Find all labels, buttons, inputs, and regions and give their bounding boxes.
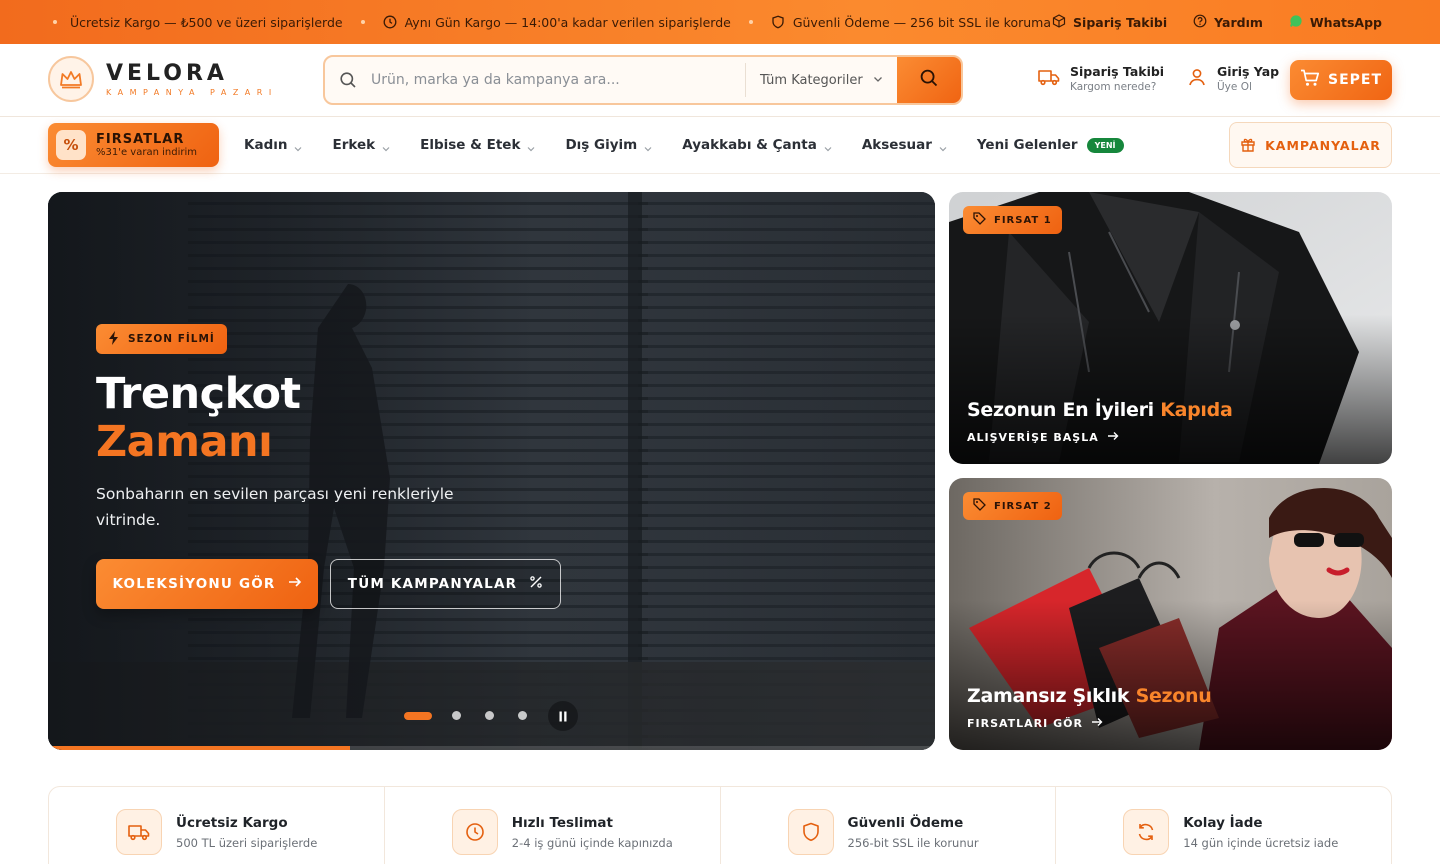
chevron-down-icon — [939, 141, 947, 152]
chevron-down-icon — [824, 141, 832, 152]
bullet-dot-icon — [48, 15, 62, 29]
arrow-right-icon — [1091, 717, 1103, 730]
shield-icon — [787, 809, 834, 855]
search-bar: Tüm Kategoriler — [323, 55, 963, 105]
chevron-down-icon — [527, 141, 535, 152]
nav-item-outerwear[interactable]: Dış Giyim — [565, 137, 652, 153]
nav-item-men[interactable]: Erkek — [332, 137, 390, 153]
clock-icon — [383, 15, 397, 29]
promo-tag: FIRSAT 1 — [963, 206, 1062, 234]
announcement-secure: Güvenli Ödeme — 256 bit SSL ile koruma — [771, 15, 1051, 30]
nav-item-shoes-bags[interactable]: Ayakkabı & Çanta — [682, 137, 832, 153]
chevron-down-icon — [382, 141, 390, 152]
order-tracking-header-link[interactable]: Sipariş Takibi Kargom nerede? — [1038, 64, 1164, 93]
arrow-right-icon — [1107, 431, 1119, 444]
chevron-down-icon — [873, 73, 883, 88]
whatsapp-link[interactable]: WhatsApp — [1289, 14, 1382, 31]
search-input[interactable] — [371, 72, 745, 88]
hero-title: Trençkot Zamanı — [96, 369, 301, 467]
cart-icon — [1300, 69, 1320, 91]
percent-icon: % — [56, 130, 86, 160]
help-circle-icon — [1193, 14, 1207, 31]
promo-tag: FIRSAT 2 — [963, 492, 1062, 520]
hero-tag: SEZON FİLMİ — [96, 324, 227, 354]
hero-description: Sonbaharın en sevilen parçası yeni renkl… — [96, 485, 454, 529]
lightning-icon — [108, 330, 120, 348]
promo-title: Sezonun En İyileri Kapıda — [967, 399, 1233, 421]
nav-item-women[interactable]: Kadın — [244, 137, 302, 153]
promo-title: Zamansız Şıklık Sezonu — [967, 685, 1212, 707]
chevron-down-icon — [644, 141, 652, 152]
pause-button[interactable] — [548, 701, 578, 731]
view-collection-button[interactable]: KOLEKSİYONU GÖR — [96, 559, 318, 609]
user-icon — [1187, 67, 1207, 91]
nav-item-dresses[interactable]: Elbise & Etek — [420, 137, 535, 153]
slider-dot-2[interactable] — [448, 711, 465, 720]
feature-free-shipping: Ücretsiz Kargo 500 TL üzeri siparişlerde — [49, 787, 385, 864]
brand-tagline: KAMPANYA PAZARI — [106, 88, 278, 97]
announcement-bar: Ücretsiz Kargo — ₺500 ve üzeri siparişle… — [0, 0, 1440, 44]
nav-item-new-arrivals[interactable]: Yeni Gelenler YENİ — [977, 137, 1124, 153]
nav-item-accessories[interactable]: Aksesuar — [862, 137, 947, 153]
package-icon — [1052, 13, 1066, 31]
refresh-icon — [1123, 809, 1170, 855]
hero-image — [48, 192, 935, 750]
main-navigation: % FIRSATLAR %31'e varan indirim Kadın Er… — [0, 117, 1440, 174]
percent-icon — [529, 575, 543, 593]
slide-progress-bar — [48, 746, 935, 750]
slider-dots — [404, 711, 531, 720]
feature-secure-payment: Güvenli Ödeme 256-bit SSL ile korunur — [721, 787, 1057, 864]
promo-cta[interactable]: FIRSATLARI GÖR — [967, 717, 1103, 730]
arrow-right-icon — [288, 576, 302, 592]
truck-icon — [1038, 68, 1060, 90]
tag-icon — [973, 212, 986, 228]
campaigns-button[interactable]: KAMPANYALAR — [1229, 122, 1392, 168]
new-badge: YENİ — [1086, 137, 1124, 153]
announcement-shipping: Ücretsiz Kargo — ₺500 ve üzeri siparişle… — [48, 15, 343, 30]
feature-strip: Ücretsiz Kargo 500 TL üzeri siparişlerde … — [48, 786, 1392, 864]
brand-name: VELORA — [106, 61, 228, 86]
search-icon — [325, 71, 371, 89]
help-link[interactable]: Yardım — [1193, 14, 1263, 31]
deals-button[interactable]: % FIRSATLAR %31'e varan indirim — [48, 123, 219, 167]
pause-icon — [558, 707, 568, 726]
shield-icon — [771, 15, 785, 29]
feature-fast-delivery: Hızlı Teslimat 2-4 iş günü içinde kapınız… — [385, 787, 721, 864]
chevron-down-icon — [294, 141, 302, 152]
truck-icon — [116, 809, 162, 855]
feature-easy-return: Kolay İade 14 gün içinde ücretsiz iade — [1056, 787, 1391, 864]
slider-dot-3[interactable] — [481, 711, 498, 720]
search-icon — [919, 68, 939, 92]
clock-icon — [451, 809, 498, 855]
site-header: VELORA KAMPANYA PAZARI Tüm Kategoriler S… — [0, 44, 1440, 117]
promo-card-1[interactable]: FIRSAT 1 Sezonun En İyileri Kapıda ALIŞV… — [949, 192, 1392, 464]
announcement-same-day: Aynı Gün Kargo — 14:00'a kadar verilen s… — [383, 15, 731, 30]
tag-icon — [973, 498, 986, 514]
search-button[interactable] — [897, 57, 961, 103]
separator-dot — [748, 20, 753, 24]
order-tracking-link[interactable]: Sipariş Takibi — [1052, 13, 1167, 31]
slider-dot-1[interactable] — [404, 711, 432, 720]
login-link[interactable]: Giriş Yap Üye Ol — [1187, 64, 1279, 93]
whatsapp-icon — [1289, 14, 1303, 31]
slider-dot-4[interactable] — [514, 711, 531, 720]
hero-slider[interactable]: SEZON FİLMİ Trençkot Zamanı Sonbaharın e… — [48, 192, 935, 750]
separator-dot — [360, 20, 365, 24]
gift-icon — [1240, 136, 1256, 155]
brand-logo[interactable]: VELORA KAMPANYA PAZARI — [48, 56, 278, 102]
cart-button[interactable]: SEPET — [1290, 60, 1392, 100]
category-select[interactable]: Tüm Kategoriler — [745, 63, 897, 97]
slide-progress-fill — [48, 746, 350, 750]
all-campaigns-button[interactable]: TÜM KAMPANYALAR — [330, 559, 561, 609]
crown-icon — [48, 56, 94, 102]
promo-card-2[interactable]: FIRSAT 2 Zamansız Şıklık Sezonu FIRSATLA… — [949, 478, 1392, 750]
promo-cta[interactable]: ALIŞVERİŞE BAŞLA — [967, 431, 1119, 444]
